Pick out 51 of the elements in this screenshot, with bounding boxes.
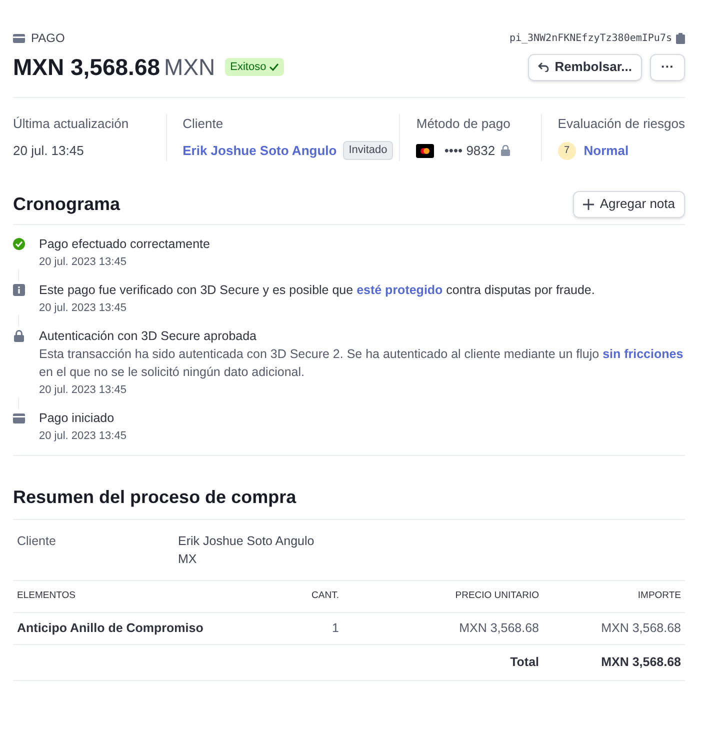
clipboard-icon <box>676 32 685 44</box>
column-header: CANT. <box>263 580 343 612</box>
field-label: Cliente <box>182 115 224 133</box>
column-header: PRECIO UNITARIO <box>343 580 543 612</box>
field-label: Evaluación de riesgos <box>558 115 685 133</box>
event-description: Esta transacción ha sido autenticada con 3D Secure 2. Se ha autenticado al cliente mediante un flujo sin fricciones en el que no se le solicitó ningún dato adicional. <box>39 346 684 380</box>
risk-score: 7 <box>558 142 576 160</box>
customer-detail: Erik Joshue Soto Angulo <box>178 532 314 550</box>
payment-id: pi_3NW2nFKNEfzyTz380emIPu7s <box>509 32 672 46</box>
table-cell: 1 <box>263 612 343 644</box>
field-label: Última actualización <box>13 115 130 133</box>
event-date: 20 jul. 2023 13:45 <box>39 300 128 314</box>
total-label: Total <box>343 644 543 680</box>
risk-link[interactable]: Normal <box>584 140 629 160</box>
event-date: 20 jul. 2023 13:45 <box>39 382 128 396</box>
field-label: Método de pago <box>416 115 512 133</box>
event-title: Este pago fue verificado con 3D Secure y es posible que esté protegido contra disputas por fraude. <box>39 282 595 298</box>
guest-badge: Invitado <box>342 141 394 160</box>
table-cell: Anticipo Anillo de Compromiso <box>13 612 263 644</box>
card-icon <box>416 144 434 158</box>
table-cell: MXN 3,568.68 <box>543 612 685 644</box>
event-date: 20 jul. 2023 13:45 <box>39 254 128 268</box>
check-icon <box>269 63 280 71</box>
column-header: IMPORTE <box>543 580 685 612</box>
currency-code: MXN <box>164 52 216 82</box>
refund-button[interactable]: Rembolsar... <box>528 54 642 80</box>
plus-icon <box>582 198 594 210</box>
undo-icon <box>538 62 549 72</box>
event-title: Pago iniciado <box>39 410 116 426</box>
section-title: Resumen del proceso de compra <box>13 486 298 509</box>
column-header: ELEMENTOS <box>13 580 263 612</box>
event-title: Pago efectuado correctamente <box>39 236 210 252</box>
field-value: 20 jul. 13:45 <box>13 142 84 160</box>
status-badge: Exitoso <box>225 58 284 76</box>
total-value: MXN 3,568.68 <box>543 644 685 680</box>
add-note-button[interactable]: Agregar nota <box>572 190 685 218</box>
more-button[interactable]: ··· <box>650 54 685 80</box>
text-link[interactable]: esté protegido <box>356 282 443 296</box>
payment-icon <box>13 33 25 43</box>
section-title: Cronograma <box>13 192 120 216</box>
event-title: Autenticación con 3D Secure aprobada <box>39 328 258 344</box>
table-cell: MXN 3,568.68 <box>343 612 543 644</box>
event-date: 20 jul. 2023 13:45 <box>39 428 126 442</box>
payment-amount: MXN 3,568.68 <box>13 52 160 82</box>
card-number: •••• 9832 <box>444 142 496 160</box>
text-link[interactable]: sin fricciones <box>602 346 684 360</box>
customer-detail: MX <box>178 550 198 568</box>
section-label: PAGO <box>31 30 65 47</box>
customer-link[interactable]: Erik Joshue Soto Angulo <box>182 140 337 160</box>
lock-icon <box>501 145 510 156</box>
field-label: Cliente <box>17 532 57 550</box>
